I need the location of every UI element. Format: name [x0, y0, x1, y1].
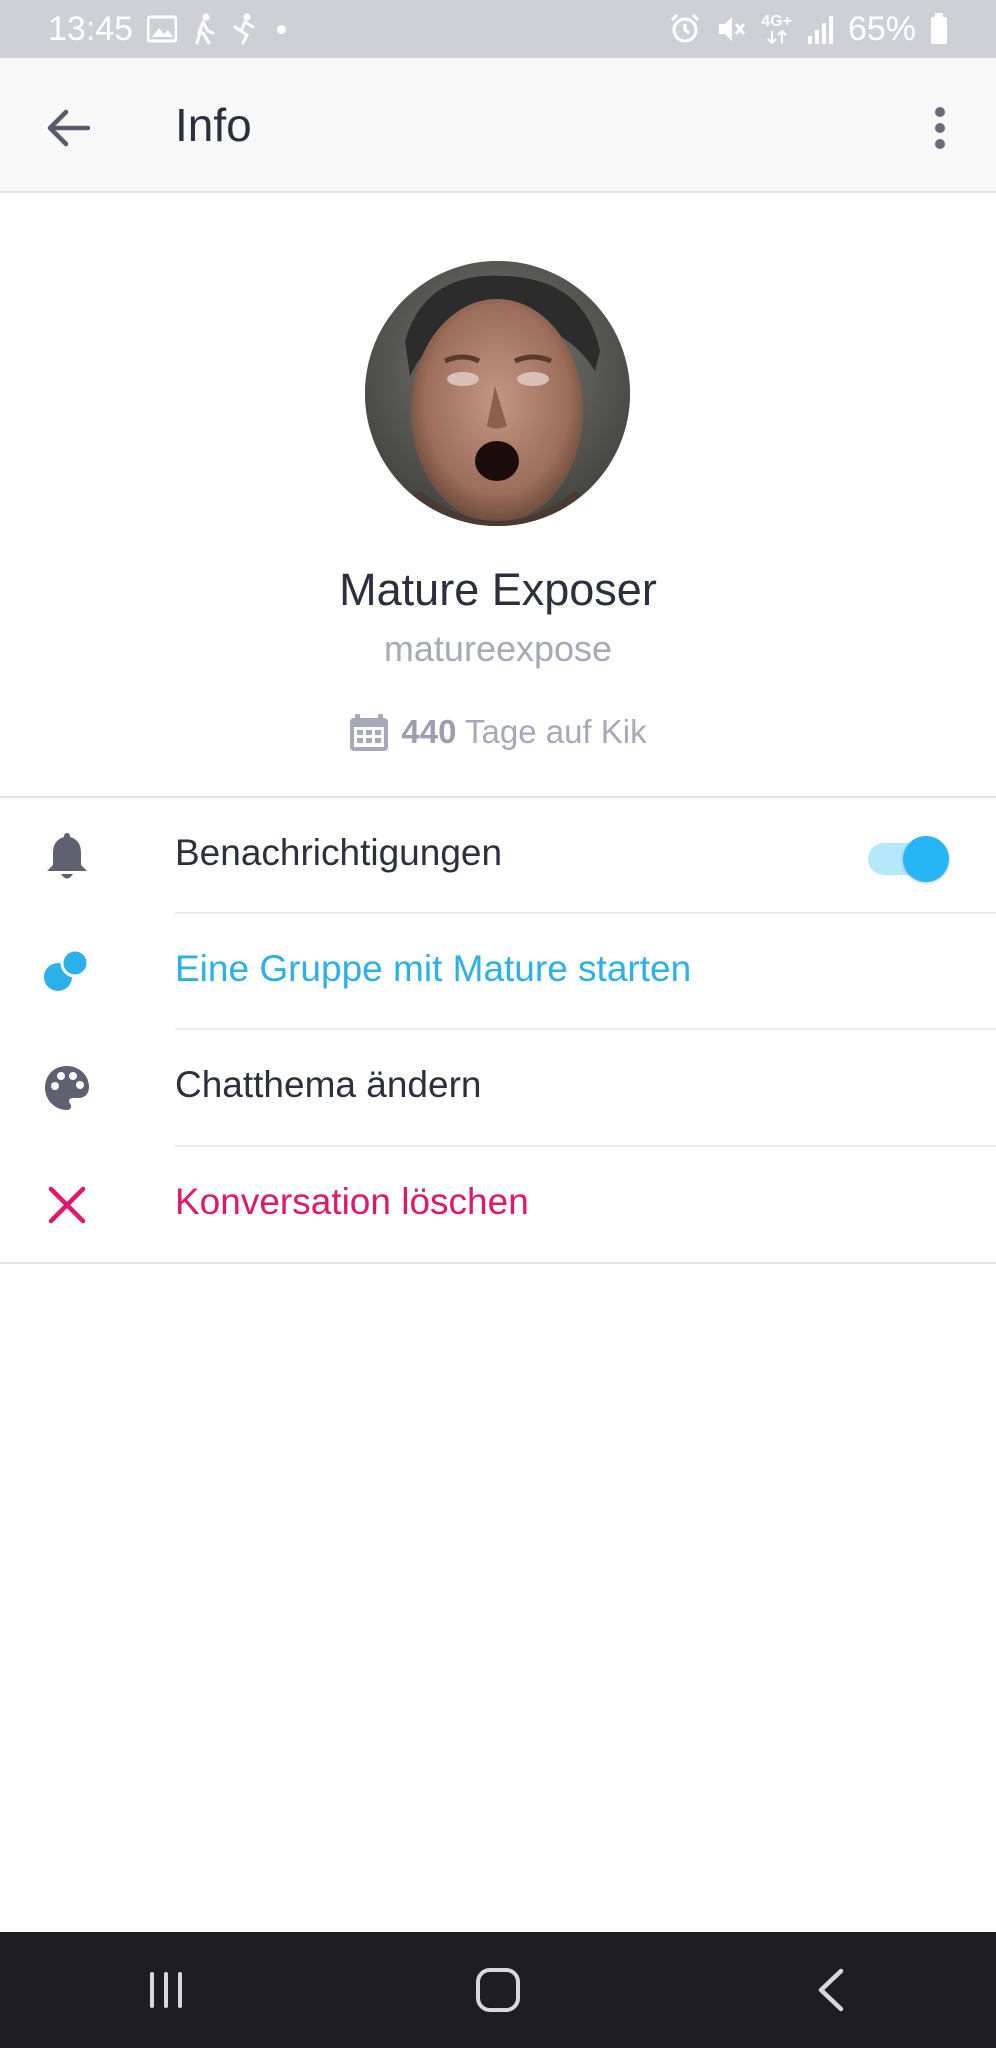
- notifications-label: Benachrichtigungen: [175, 832, 503, 873]
- dot-icon: [277, 24, 287, 34]
- system-back-button[interactable]: [770, 1940, 890, 2040]
- network-icon: 4G+: [761, 14, 792, 44]
- chat-theme-row[interactable]: Chatthema ändern: [0, 1030, 996, 1145]
- delete-conversation-label: Konversation löschen: [175, 1181, 529, 1222]
- start-group-row[interactable]: Eine Gruppe mit Mature starten: [0, 914, 996, 1029]
- chat-theme-label: Chatthema ändern: [175, 1064, 482, 1105]
- back-button[interactable]: [36, 96, 100, 160]
- battery-percent: 65%: [847, 9, 916, 48]
- home-icon: [476, 1968, 520, 2012]
- notifications-row: Benachrichtigungen: [0, 798, 996, 913]
- username: matureexpose: [383, 628, 613, 669]
- notifications-toggle[interactable]: [868, 836, 950, 882]
- days-on-kik: 440 Tage auf Kik: [0, 712, 996, 752]
- calendar-icon: [350, 714, 389, 751]
- display-name: Mature Exposer: [339, 564, 657, 615]
- recent-apps-icon: [150, 1972, 182, 2008]
- network-type: 4G+: [761, 13, 792, 30]
- status-bar: 13:45 4G+ 65%: [0, 0, 996, 58]
- divider: [0, 1262, 996, 1264]
- status-bar-left: 13:45: [48, 9, 287, 49]
- walk-icon: [191, 13, 217, 45]
- status-time: 13:45: [48, 9, 134, 48]
- avatar[interactable]: [365, 261, 630, 526]
- battery-icon: [930, 13, 948, 45]
- bell-icon: [36, 825, 98, 887]
- start-group-label: Eine Gruppe mit Mature starten: [175, 948, 692, 989]
- palette-icon: [36, 1057, 98, 1119]
- alarm-icon: [669, 13, 701, 45]
- signal-icon: [806, 14, 834, 44]
- page-title: Info: [175, 99, 252, 151]
- recent-apps-button[interactable]: [106, 1940, 226, 2040]
- image-icon: [147, 15, 178, 43]
- mute-icon: [715, 13, 747, 45]
- group-icon: [36, 941, 98, 1003]
- back-icon: [818, 1968, 844, 2012]
- days-label: Tage auf Kik: [465, 713, 647, 750]
- home-button[interactable]: [438, 1940, 558, 2040]
- app-bar: Info: [0, 58, 996, 193]
- more-vert-icon: [935, 107, 945, 149]
- days-count: 440: [401, 713, 457, 750]
- system-nav-bar: [0, 1932, 996, 2048]
- delete-conversation-row[interactable]: Konversation löschen: [0, 1147, 996, 1262]
- close-icon: [36, 1174, 98, 1236]
- profile-photo: [365, 261, 630, 526]
- toggle-thumb: [903, 836, 949, 882]
- status-bar-right: 4G+ 65%: [669, 10, 948, 49]
- arrow-left-icon: [47, 109, 90, 147]
- fitness-icon: [231, 13, 257, 45]
- more-options-button[interactable]: [908, 96, 972, 160]
